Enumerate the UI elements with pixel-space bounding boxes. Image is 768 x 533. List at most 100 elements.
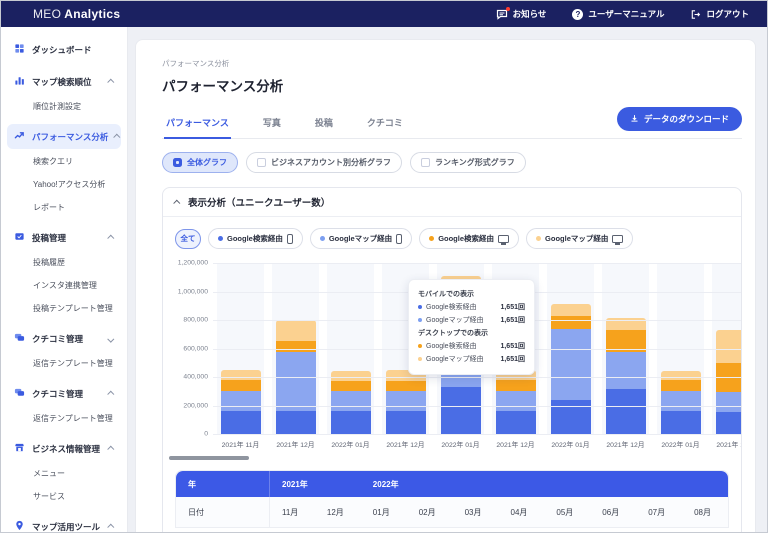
sidebar-item-1[interactable]: マップ検索順位	[7, 69, 121, 94]
sidebar-subitem[interactable]: 返信テンプレート管理	[7, 352, 121, 375]
sidebar-subitem[interactable]: 返信テンプレート管理	[7, 407, 121, 430]
bar-segment	[660, 379, 701, 392]
x-tick-label: 2021年 12月	[276, 442, 315, 449]
chevron-down-icon	[107, 335, 115, 343]
table-month-cell: 12月	[326, 507, 344, 517]
gridline	[213, 434, 741, 435]
user-manual-button[interactable]: ? ユーザーマニュアル	[572, 8, 664, 20]
sidebar-subitem[interactable]: Yahoo!アクセス分析	[7, 173, 121, 196]
sidebar-subitem[interactable]: インスタ連携管理	[7, 274, 121, 297]
bar-segment	[275, 340, 316, 353]
filter-chip-0[interactable]: 全体グラフ	[162, 152, 238, 173]
breadcrumb: パフォーマンス分析	[162, 59, 230, 68]
tab-0[interactable]: パフォーマンス	[164, 109, 231, 139]
sidebar-item-label: ビジネス情報管理	[32, 443, 101, 454]
sidebar-item-3[interactable]: 投稿管理	[7, 225, 121, 250]
panel-title: 表示分析（ユニークユーザー数）	[188, 198, 331, 209]
x-tick-label: 2022年 01月	[331, 442, 370, 449]
manual-label: ユーザーマニュアル	[588, 9, 665, 19]
stacked-bar-9[interactable]	[715, 330, 741, 434]
stacked-bar-3[interactable]	[385, 369, 426, 434]
table-month-cell: 03月	[464, 507, 482, 517]
chevron-up-icon	[107, 445, 115, 453]
legend-chip-1[interactable]: Googleマップ経由	[309, 228, 413, 249]
download-label: データのダウンロード	[643, 114, 729, 124]
x-tick-label: 2021年 12月	[716, 442, 741, 449]
chevron-up-icon	[107, 523, 115, 531]
tab-1[interactable]: 写真	[261, 109, 283, 138]
sidebar-subitem[interactable]: メニュー	[7, 462, 121, 485]
sidebar-item-0[interactable]: ダッシュボード	[7, 37, 121, 62]
legend-chip-0[interactable]: Google検索経由	[208, 228, 303, 249]
stacked-bar-2[interactable]	[330, 370, 371, 434]
bar-segment	[330, 381, 371, 392]
sidebar-subitem[interactable]: 検索クエリ	[7, 150, 121, 173]
sidebar-item-7[interactable]: マップ活用ツール	[7, 514, 121, 532]
y-tick-label: 600,000	[183, 345, 208, 352]
desktop-device-icon	[498, 234, 510, 245]
stacked-bar-6[interactable]	[550, 304, 591, 434]
legend-all-button[interactable]: 全て	[175, 228, 201, 249]
analysis-panel: 表示分析（ユニークユーザー数） 全て Google検索経由 Googleマップ経由 G…	[162, 187, 742, 532]
panel-header[interactable]: 表示分析（ユニークユーザー数）	[163, 188, 741, 217]
bar-segment	[550, 328, 591, 400]
tabs-row: パフォーマンス 写真 投稿 クチコミ データのダウンロード	[162, 107, 742, 139]
download-icon	[630, 114, 639, 125]
tab-2[interactable]: 投稿	[313, 109, 335, 138]
filter-chip-1[interactable]: ビジネスアカウント別分析グラフ	[246, 152, 402, 173]
stacked-bar-8[interactable]	[660, 370, 701, 434]
legend-chip-2[interactable]: Google検索経由	[419, 228, 520, 249]
tooltip-row-label: Google検索経由	[426, 343, 477, 350]
sidebar-subitem[interactable]: レポート	[7, 196, 121, 219]
table-year-row: 年 2021年 2022年	[176, 471, 728, 497]
legend-chip-label: Googleマップ経由	[545, 234, 609, 243]
top-navbar: MEO Analytics お知らせ ? ユーザーマニュアル ログアウト	[1, 1, 767, 27]
checkbox-empty-icon	[421, 158, 430, 167]
bar-segment	[330, 391, 371, 411]
bar-segment	[495, 379, 536, 391]
sidebar-subitem[interactable]: 順位計測設定	[7, 95, 121, 118]
horizontal-scrollbar-thumb[interactable]	[169, 456, 249, 460]
table-year-cell	[544, 471, 590, 497]
gridline	[213, 263, 741, 264]
tab-3[interactable]: クチコミ	[365, 109, 405, 138]
sidebar-item-2[interactable]: パフォーマンス分析	[7, 124, 121, 149]
sidebar-item-label: ダッシュボード	[32, 44, 92, 55]
logout-button[interactable]: ログアウト	[690, 8, 749, 20]
y-tick-label: 1,200,000	[177, 259, 208, 267]
notice-label: お知らせ	[512, 9, 547, 19]
stacked-bar-5[interactable]	[495, 369, 536, 434]
x-tick-label: 2021年 12月	[386, 442, 425, 449]
sidebar-item-4[interactable]: クチコミ管理	[7, 326, 121, 351]
chevron-up-icon	[113, 133, 121, 141]
sidebar-subitem[interactable]: 投稿テンプレート管理	[7, 297, 121, 320]
sidebar-subitem[interactable]: 投稿履歴	[7, 251, 121, 274]
tooltip-row: Google検索経由 1,651回	[418, 302, 525, 312]
question-icon: ?	[572, 8, 584, 20]
y-tick-label: 200,000	[183, 402, 208, 409]
tooltip-row-value: 1,651回	[500, 356, 525, 363]
sidebar-item-6[interactable]: ビジネス情報管理	[7, 436, 121, 461]
notice-button[interactable]: お知らせ	[496, 6, 547, 20]
sidebar-item-label: クチコミ管理	[32, 388, 84, 399]
chart-area: 0 200,000 400,000 600,000 800,000 1,000,000 1,…	[163, 253, 741, 449]
sidebar: ダッシュボードマップ検索順位 順位計測設定 パフォーマンス分析 検索クエリ Yahoo!…	[1, 27, 128, 532]
legend-chip-label: Googleマップ経由	[328, 234, 393, 243]
radio-selected-icon	[173, 158, 182, 167]
tooltip-row: Google検索経由 1,651回	[418, 341, 525, 351]
filter-chip-2[interactable]: ランキング形式グラフ	[410, 152, 526, 173]
tooltip-row: Googleマップ経由 1,651回	[418, 354, 525, 364]
legend-chip-3[interactable]: Googleマップ経由	[526, 228, 634, 249]
bar-segment	[275, 352, 316, 411]
data-table: 年 2021年 2022年 日付 11月 12月 01月 02月 03月 04月 05月 06月 07月…	[175, 470, 729, 528]
sidebar-item-5[interactable]: クチコミ管理	[7, 381, 121, 406]
download-data-button[interactable]: データのダウンロード	[616, 107, 742, 131]
stacked-bar-0[interactable]	[220, 369, 261, 434]
chevron-up-icon	[107, 234, 115, 242]
stacked-bar-7[interactable]	[605, 317, 646, 434]
y-tick-label: 1,000,000	[177, 288, 208, 295]
post-icon	[14, 229, 25, 247]
sidebar-subitem[interactable]: サービス	[7, 485, 121, 508]
tooltip-section-header: デスクトップでの表示	[418, 330, 488, 337]
table-month-cell: 04月	[510, 507, 528, 517]
